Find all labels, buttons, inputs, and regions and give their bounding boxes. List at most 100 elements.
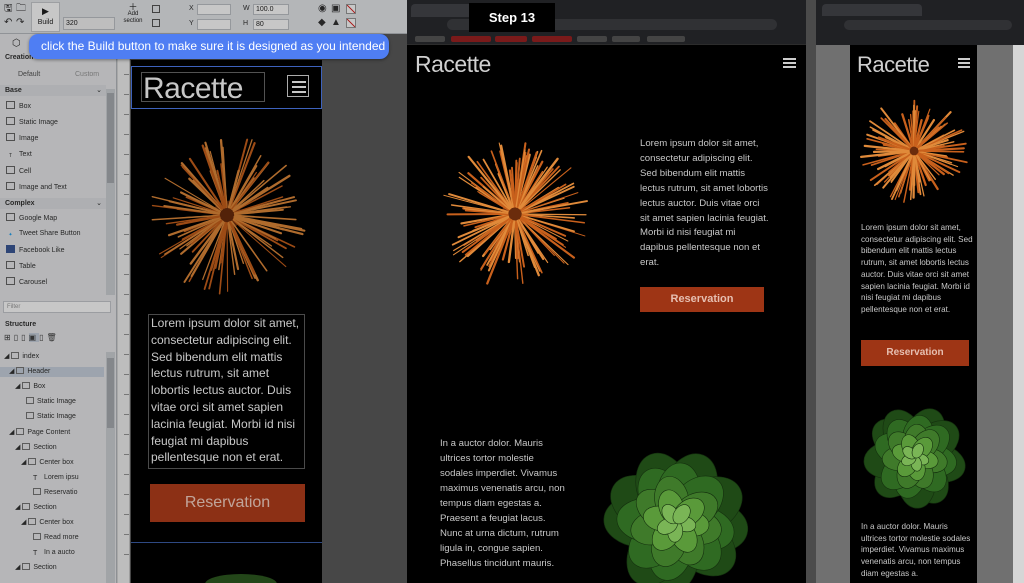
- fill-icon[interactable]: ▲: [331, 17, 341, 29]
- bookmark[interactable]: [647, 36, 685, 42]
- cell-icon: [6, 166, 15, 174]
- browser-tab[interactable]: [822, 4, 922, 16]
- scroll-thumb[interactable]: [107, 358, 114, 428]
- bookmark[interactable]: [612, 36, 640, 42]
- hamburger-menu-icon[interactable]: [783, 58, 797, 68]
- tree-item-read-more[interactable]: Read more: [33, 533, 79, 543]
- tree-item-center-box[interactable]: ◢ Center box: [21, 458, 74, 468]
- lock-icon[interactable]: ▣: [331, 3, 340, 15]
- tree-item-page-content[interactable]: ◢ Page Content: [9, 428, 70, 438]
- structure-scrollbar[interactable]: [106, 352, 115, 583]
- reservation-button[interactable]: Reservation: [150, 484, 305, 522]
- bookmark[interactable]: [451, 36, 491, 42]
- tab-custom[interactable]: Custom: [75, 71, 99, 78]
- align-icon[interactable]: [152, 5, 160, 13]
- page-icon[interactable]: ▯: [14, 333, 21, 342]
- site-logo[interactable]: Racette: [857, 52, 930, 78]
- filter-input[interactable]: Filter: [3, 301, 111, 313]
- window-border: [806, 0, 816, 583]
- distribute-icon[interactable]: [152, 19, 160, 27]
- item-text[interactable]: T Text: [6, 150, 32, 161]
- tree-item-section[interactable]: ◢ Section: [15, 503, 57, 513]
- content-icon: [16, 428, 25, 435]
- section-icon: [22, 503, 31, 510]
- add-section-button[interactable]: ＋ Add section: [120, 3, 146, 25]
- tree-item-static-image[interactable]: Static Image: [26, 397, 76, 407]
- intro-paragraph[interactable]: Lorem ipsum dolor sit amet, consectetur …: [861, 222, 973, 316]
- no-color-swatch[interactable]: [346, 4, 356, 14]
- build-button-label: Build: [37, 19, 54, 26]
- hamburger-menu-icon[interactable]: [287, 75, 309, 97]
- page-scrollbar[interactable]: [1013, 45, 1024, 583]
- second-paragraph[interactable]: In a auctor dolor. Mauris ultrices torto…: [440, 436, 568, 571]
- item-google-map[interactable]: Google Map: [6, 213, 57, 224]
- box-icon: [28, 518, 37, 525]
- bookmark[interactable]: [577, 36, 607, 42]
- item-cell[interactable]: Cell: [6, 166, 31, 177]
- image-text-icon: [6, 182, 15, 190]
- creation-tabs: Default Custom: [2, 70, 114, 82]
- tree-item-section[interactable]: ◢ Section: [15, 443, 57, 453]
- reservation-button[interactable]: Reservation: [861, 340, 969, 366]
- bookmark[interactable]: [495, 36, 527, 42]
- bookmark[interactable]: [415, 36, 445, 42]
- item-image[interactable]: Image: [6, 133, 38, 144]
- image-icon: [6, 117, 15, 125]
- creation-scrollbar[interactable]: [106, 89, 115, 295]
- tab-default[interactable]: Default: [18, 71, 40, 78]
- tree-item-center-box[interactable]: ◢ Center box: [21, 518, 74, 528]
- tree-label: Section: [33, 564, 57, 571]
- tree-item-box[interactable]: ◢ Box: [15, 382, 45, 392]
- vertical-ruler: [118, 34, 130, 583]
- undo-icon[interactable]: ↶: [4, 17, 12, 29]
- hamburger-menu-icon[interactable]: [958, 58, 971, 68]
- reservation-button[interactable]: Reservation: [640, 287, 764, 312]
- page-icon[interactable]: ▣: [28, 333, 40, 342]
- base-group-header[interactable]: Base ⌄: [0, 85, 106, 96]
- item-carousel[interactable]: Carousel: [6, 277, 47, 288]
- site-logo[interactable]: Racette: [143, 72, 243, 106]
- scroll-thumb[interactable]: [107, 93, 114, 183]
- tree-label: Box: [33, 383, 46, 390]
- folder-icon[interactable]: 🗀: [16, 3, 26, 15]
- intro-paragraph[interactable]: Lorem ipsum dolor sit amet, consectetur …: [148, 314, 305, 469]
- x-field[interactable]: [197, 4, 231, 15]
- tree-item-static-image[interactable]: Static Image: [26, 412, 76, 422]
- tree-item-index[interactable]: ◢ index: [4, 352, 39, 362]
- page-icon[interactable]: ▯: [21, 333, 28, 342]
- second-paragraph[interactable]: In a auctor dolor. Mauris ultrices torto…: [861, 521, 973, 580]
- intro-paragraph[interactable]: Lorem ipsum dolor sit amet, consectetur …: [640, 137, 770, 271]
- h-field[interactable]: 80: [253, 19, 289, 30]
- bookmarks-bar: [816, 33, 1024, 45]
- bookmark[interactable]: [532, 36, 572, 42]
- left-panel: ⬡ Creation Default Custom Base ⌄ Box Sta…: [0, 34, 117, 583]
- tree-item-section[interactable]: ◢ Section: [15, 563, 57, 573]
- item-tweet-share[interactable]: ✦ Tweet Share Button: [6, 229, 80, 240]
- tree-item-reservation[interactable]: Reservatio: [33, 488, 77, 498]
- item-static-image[interactable]: Static Image: [6, 117, 58, 128]
- paint-icon[interactable]: ◆: [318, 17, 326, 29]
- redo-icon[interactable]: ↷: [16, 17, 24, 29]
- browser-titlebar: [407, 0, 806, 33]
- item-image-and-text[interactable]: Image and Text: [6, 182, 67, 193]
- tree-item-in-a-auctor[interactable]: T In a aucto: [33, 548, 75, 558]
- item-table[interactable]: Table: [6, 261, 36, 272]
- trash-icon[interactable]: 🗑: [46, 333, 59, 342]
- page-width-select[interactable]: 320: [63, 17, 115, 30]
- item-facebook-like[interactable]: Facebook Like: [6, 245, 65, 256]
- no-border-swatch[interactable]: [346, 18, 356, 28]
- tree-item-lorem[interactable]: T Lorem ipsu: [33, 473, 79, 483]
- complex-group-header[interactable]: Complex ⌄: [0, 198, 106, 209]
- address-bar[interactable]: [844, 20, 1012, 30]
- tree-item-header[interactable]: ◢ Header: [0, 367, 104, 377]
- eye-icon[interactable]: ◉: [318, 3, 327, 15]
- cube-icon: ⬡: [12, 38, 21, 49]
- tree-label: Section: [33, 504, 57, 511]
- w-field[interactable]: 100.0: [253, 4, 289, 15]
- y-field[interactable]: [197, 19, 231, 30]
- item-box[interactable]: Box: [6, 101, 31, 112]
- structure-tool-icon[interactable]: ⊞: [4, 333, 14, 342]
- site-logo[interactable]: Racette: [415, 51, 491, 78]
- save-icon[interactable]: 🖫: [4, 3, 13, 15]
- build-button[interactable]: ▶ Build: [31, 2, 60, 32]
